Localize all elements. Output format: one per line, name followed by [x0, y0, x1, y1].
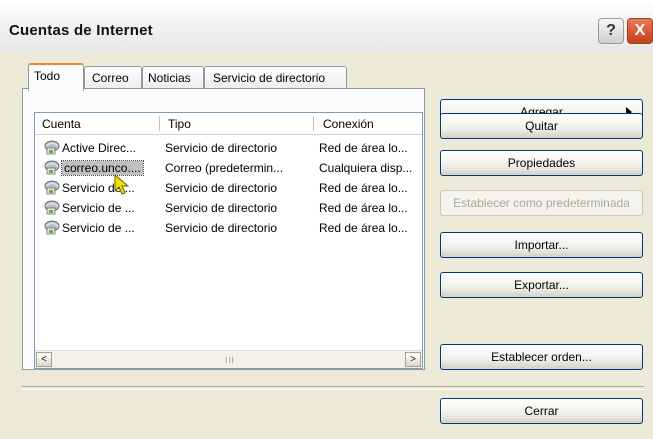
tab-label: Correo	[92, 71, 129, 85]
internet-accounts-dialog: Cuentas de Internet ? X Todo Correo Noti…	[0, 0, 653, 439]
cell-cuenta: Servicio de ...	[62, 221, 135, 235]
set-default-button[interactable]: Establecer como predeterminada	[440, 190, 643, 216]
close-button-label: Cerrar	[524, 404, 559, 418]
window-title: Cuentas de Internet	[9, 22, 153, 39]
list-item[interactable]: Servicio de ... Servicio de directorio Red…	[35, 219, 422, 239]
divider	[22, 386, 644, 390]
mouse-cursor-icon	[114, 174, 130, 195]
column-header-conexion[interactable]: Conexión	[314, 113, 422, 135]
remove-button[interactable]: Quitar	[440, 113, 643, 139]
list-item[interactable]: Servicio de ... Servicio de directorio Red…	[35, 199, 422, 219]
close-button[interactable]: Cerrar	[440, 398, 643, 424]
column-header-label: Conexión	[323, 117, 374, 131]
cell-conexion: Red de área lo...	[319, 181, 408, 195]
import-button-label: Importar...	[514, 238, 569, 252]
cell-cuenta: Active Direc...	[62, 141, 137, 155]
horizontal-scrollbar[interactable]: < III >	[35, 350, 422, 368]
column-header-label: Tipo	[168, 117, 191, 131]
account-icon	[43, 220, 61, 236]
set-default-button-label: Establecer como predeterminada	[453, 196, 630, 210]
account-icon	[43, 140, 61, 156]
cell-conexion: Red de área lo...	[319, 141, 408, 155]
tab-label: Noticias	[148, 71, 191, 85]
properties-button[interactable]: Propiedades	[440, 150, 643, 176]
cell-conexion: Cualquiera disp...	[319, 161, 413, 175]
list-item[interactable]: correo.unco.... Correo (predetermin... Cua…	[35, 159, 422, 179]
scroll-right-button[interactable]: >	[405, 352, 421, 367]
column-header-cuenta[interactable]: Cuenta	[35, 113, 159, 135]
set-order-button[interactable]: Establecer orden...	[440, 344, 643, 370]
scroll-left-button[interactable]: <	[36, 352, 52, 367]
cell-tipo: Servicio de directorio	[165, 181, 278, 195]
tab-label: Servicio de directorio	[213, 71, 326, 85]
cell-tipo: Servicio de directorio	[165, 221, 278, 235]
cell-conexion: Red de área lo...	[319, 221, 408, 235]
column-header-label: Cuenta	[42, 117, 81, 131]
account-icon	[43, 180, 61, 196]
scroll-thumb-grip[interactable]: III	[225, 356, 235, 365]
accounts-list[interactable]: Cuenta Tipo Conexión Active Direc... Serv…	[34, 112, 423, 369]
tab-todo[interactable]: Todo	[28, 63, 84, 91]
list-item[interactable]: Active Direc... Servicio de directorio Red…	[35, 139, 422, 159]
import-button[interactable]: Importar...	[440, 232, 643, 258]
cell-tipo: Servicio de directorio	[165, 141, 278, 155]
tab-correo[interactable]: Correo	[84, 66, 142, 90]
properties-button-label: Propiedades	[507, 156, 576, 170]
tab-servicio-de-directorio[interactable]: Servicio de directorio	[204, 66, 347, 90]
account-icon	[43, 200, 61, 216]
list-item[interactable]: Servicio de ... Servicio de directorio Red…	[35, 179, 422, 199]
remove-button-label: Quitar	[525, 119, 558, 133]
cell-conexion: Red de área lo...	[319, 201, 408, 215]
cell-cuenta: correo.unco....	[61, 160, 144, 176]
export-button-label: Exportar...	[514, 278, 569, 292]
account-icon	[43, 160, 61, 176]
column-header-tipo[interactable]: Tipo	[160, 113, 313, 135]
cell-tipo: Correo (predetermin...	[165, 161, 284, 175]
cell-tipo: Servicio de directorio	[165, 201, 278, 215]
close-window-button[interactable]: X	[627, 18, 653, 44]
export-button[interactable]: Exportar...	[440, 272, 643, 298]
help-button[interactable]: ?	[598, 18, 624, 44]
cell-cuenta: Servicio de ...	[62, 201, 135, 215]
set-order-button-label: Establecer orden...	[491, 350, 592, 364]
title-bar: Cuentas de Internet ? X	[0, 0, 653, 52]
tab-label: Todo	[34, 69, 61, 83]
tab-noticias[interactable]: Noticias	[142, 66, 204, 90]
